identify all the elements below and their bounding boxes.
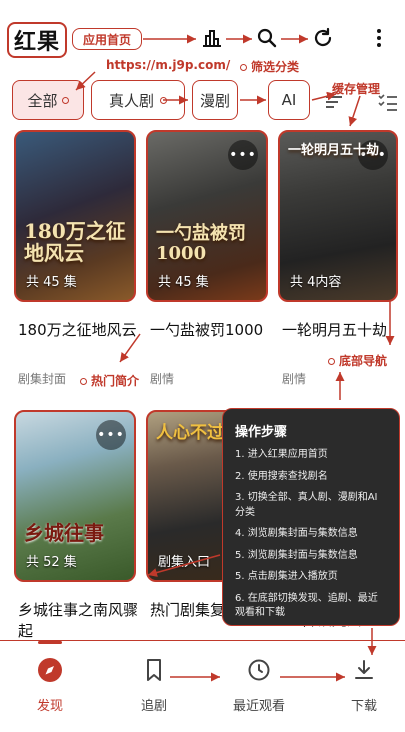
tab-comic[interactable]: 漫剧	[192, 80, 238, 120]
hot-intro-annotation: 热门简介	[80, 372, 139, 389]
active-indicator	[38, 641, 62, 644]
tab-ai-label: AI	[281, 91, 297, 109]
logo-text: 红果	[13, 30, 60, 55]
more-icon[interactable]	[365, 24, 393, 52]
app-header: 红果 应用首页 https://m.j9p.com/ 筛选分类	[0, 0, 405, 75]
tab-live-action[interactable]: 真人剧	[91, 80, 185, 120]
episode-count: 共 52 集	[26, 555, 77, 570]
step-item: 6. 在底部切换发现、追剧、最近观看和下载	[235, 592, 378, 619]
tab-comic-label: 漫剧	[199, 91, 230, 110]
drama-title[interactable]: 一轮明月五十劫	[282, 320, 392, 341]
app-logo[interactable]: 红果	[7, 22, 67, 58]
bottom-nav: 发现 追剧 最近观看 下载	[0, 640, 405, 732]
app-home-annotation: 应用首页	[72, 28, 142, 50]
bottom-nav-annotation: 底部导航	[328, 352, 387, 369]
hot-intro-label: 热门简介	[91, 374, 140, 388]
tab-all-label: 全部	[27, 91, 58, 110]
drama-card[interactable]: ••• 乡城往事 共 52 集	[14, 410, 136, 582]
drama-subtitle: 剧集封面	[18, 372, 67, 386]
episode-count: 共 45 集	[158, 275, 209, 290]
bookmark-icon	[141, 657, 167, 687]
bottom-nav-label: 底部导航	[339, 354, 388, 368]
tab-live-action-label: 真人剧	[108, 91, 154, 110]
filter-label: 筛选分类	[251, 60, 300, 74]
episode-count: 共 4内容	[290, 275, 342, 290]
cache-annotation: 缓存管理	[332, 82, 381, 96]
nav-discover-label: 发现	[36, 699, 63, 714]
poster-title: 乡城往事	[24, 521, 104, 545]
step-item: 5. 浏览剧集封面与集数信息	[235, 549, 358, 561]
more-options-icon[interactable]: •••	[96, 420, 126, 450]
search-icon[interactable]	[253, 24, 281, 52]
drama-title[interactable]: 一勺盐被罚1000	[150, 320, 272, 341]
refresh-icon[interactable]	[309, 24, 337, 52]
drama-card[interactable]: 180万之征地风云 共 45 集	[14, 130, 136, 302]
drama-entry-label: 剧集入口	[158, 555, 211, 570]
step-item: 1. 进入红果应用首页	[235, 449, 328, 460]
filter-annotation: 筛选分类	[240, 58, 299, 75]
nav-following[interactable]: 追剧	[119, 657, 189, 714]
url-text: https://m.j9p.com/	[106, 58, 231, 72]
step-item: 5. 点击剧集进入播放页	[235, 571, 338, 582]
download-icon	[351, 657, 377, 687]
steps-list: 1. 进入红果应用首页 2. 使用搜索查找剧名 3. 切换全部、真人剧、漫剧和A…	[235, 448, 387, 621]
nav-download[interactable]: 下载	[329, 657, 399, 714]
more-options-icon[interactable]: •••	[228, 140, 258, 170]
drama-subtitle: 剧情	[150, 372, 175, 386]
tab-all[interactable]: 全部	[12, 80, 84, 120]
history-icon	[246, 657, 272, 687]
drama-title[interactable]: 乡城往事之南风骤起	[18, 600, 140, 642]
steps-title: 操作步骤	[235, 425, 288, 440]
poster-title: 一勺盐被罚1000	[156, 223, 246, 265]
tab-ai[interactable]: AI	[268, 80, 310, 120]
nav-discover[interactable]: 发现	[15, 641, 85, 714]
nav-following-label: 追剧	[140, 699, 167, 714]
drama-card[interactable]: ••• 一轮明月五十劫 共 4内容	[278, 130, 398, 302]
drama-title[interactable]: 180万之征地风云	[18, 320, 140, 341]
nav-recent-label: 最近观看	[232, 699, 285, 714]
poster-title: 180万之征地风云	[24, 219, 126, 265]
step-item: 4. 浏览剧集封面与集数信息	[235, 528, 358, 539]
chart-icon[interactable]	[198, 24, 226, 52]
poster-title: 一轮明月五十劫	[288, 143, 380, 158]
drama-subtitle: 剧情	[282, 372, 307, 386]
step-item: 2. 使用搜索查找剧名	[235, 470, 328, 482]
drama-card[interactable]: ••• 一勺盐被罚1000 共 45 集	[146, 130, 268, 302]
episode-count: 共 45 集	[26, 275, 77, 290]
nav-download-label: 下载	[350, 699, 377, 714]
compass-icon	[37, 657, 63, 687]
app-home-label: 应用首页	[82, 32, 131, 47]
steps-panel: 操作步骤 1. 进入红果应用首页 2. 使用搜索查找剧名 3. 切换全部、真人剧…	[222, 408, 400, 626]
step-item: 3. 切换全部、真人剧、漫剧和AI分类	[235, 492, 378, 518]
nav-recent[interactable]: 最近观看	[224, 657, 294, 714]
